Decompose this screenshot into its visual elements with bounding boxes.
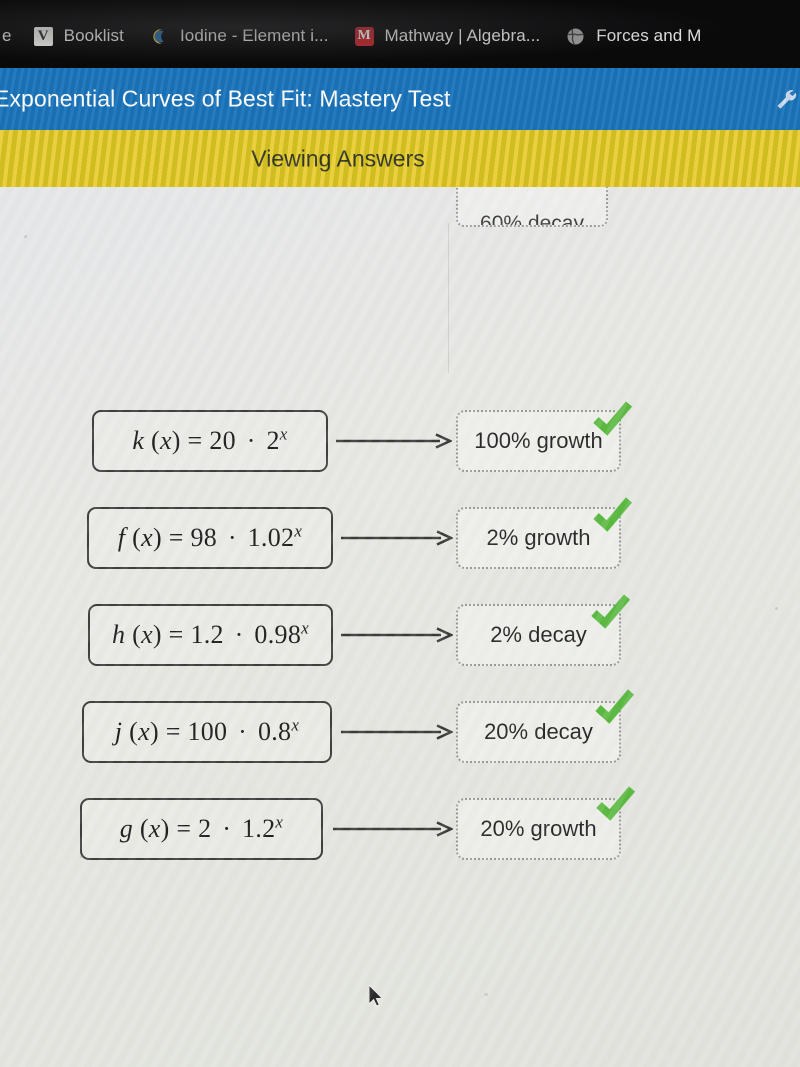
- page-title: Exponential Curves of Best Fit: Mastery …: [0, 85, 451, 112]
- answer-tile[interactable]: 20% decay: [456, 700, 621, 763]
- table-row: k (x) = 20 · 2x 100% growth: [0, 392, 800, 489]
- question-content-area: 60% decay k (x) = 20 · 2x 100% growth f …: [0, 187, 800, 1067]
- connector-arrow: [341, 723, 455, 740]
- faint-vertical-rule: [448, 223, 449, 373]
- equation-box[interactable]: k (x) = 20 · 2x: [92, 409, 328, 472]
- dust-speck: [484, 993, 488, 996]
- app-header: Exponential Curves of Best Fit: Mastery …: [0, 68, 800, 130]
- connector-arrow: [341, 529, 455, 546]
- bookmark-label: Booklist: [63, 26, 124, 45]
- bookmark-forces-and-motion[interactable]: Forces and M: [566, 26, 701, 46]
- iodine-favicon: [150, 27, 169, 46]
- matching-rows: k (x) = 20 · 2x 100% growth f (x) = 98 ·…: [0, 392, 800, 877]
- dust-speck: [80, 855, 83, 858]
- table-row: h (x) = 1.2 · 0.98x 2% decay: [0, 586, 800, 683]
- browser-bookmark-bar: e V Booklist Iodine - Element i... M Mat…: [0, 0, 800, 68]
- answer-tile[interactable]: 2% decay: [456, 603, 621, 666]
- wrench-icon[interactable]: [773, 86, 799, 112]
- equation-box[interactable]: h (x) = 1.2 · 0.98x: [88, 603, 333, 666]
- equation-text: g (x) = 2 · 1.2x: [119, 811, 284, 843]
- status-band: Viewing Answers: [0, 130, 800, 187]
- equation-text: k (x) = 20 · 2x: [132, 423, 288, 455]
- connector-arrow: [336, 432, 454, 449]
- bookmark-label: Iodine - Element i...: [179, 26, 329, 45]
- bookmark-booklist[interactable]: V Booklist: [33, 26, 124, 46]
- answer-label: 2% decay: [490, 621, 587, 647]
- answer-label: 2% growth: [486, 524, 591, 550]
- equation-text: h (x) = 1.2 · 0.98x: [112, 617, 309, 649]
- mathway-favicon: M: [354, 26, 374, 46]
- booklist-favicon: V: [33, 26, 53, 46]
- table-row: f (x) = 98 · 1.02x 2% growth: [0, 489, 800, 586]
- equation-text: f (x) = 98 · 1.02x: [117, 520, 303, 552]
- cut-off-answer-label: 60% decay: [480, 212, 584, 227]
- table-row: j (x) = 100 · 0.8x 20% decay: [0, 683, 800, 780]
- bookmark-mathway[interactable]: M Mathway | Algebra...: [354, 26, 541, 46]
- answer-tile[interactable]: 2% growth: [456, 506, 621, 569]
- equation-box[interactable]: f (x) = 98 · 1.02x: [87, 506, 333, 569]
- bookmark-label: Mathway | Algebra...: [384, 26, 541, 45]
- equation-box[interactable]: j (x) = 100 · 0.8x: [82, 700, 332, 763]
- photographed-screen: e V Booklist Iodine - Element i... M Mat…: [0, 0, 800, 1067]
- equation-box[interactable]: g (x) = 2 · 1.2x: [80, 797, 323, 860]
- answer-label: 20% growth: [480, 815, 597, 841]
- answer-tile[interactable]: 20% growth: [456, 797, 621, 860]
- bookmark-label: Forces and M: [596, 26, 702, 45]
- bookmark-iodine[interactable]: Iodine - Element i...: [150, 26, 329, 46]
- cut-off-answer-tile[interactable]: 60% decay: [456, 187, 608, 227]
- connector-arrow: [333, 820, 455, 837]
- status-text: Viewing Answers: [251, 145, 425, 171]
- answer-label: 100% growth: [474, 427, 603, 453]
- equation-text: j (x) = 100 · 0.8x: [114, 714, 300, 746]
- connector-arrow: [341, 626, 455, 643]
- dust-speck: [775, 607, 778, 610]
- cut-off-tab-label: e: [2, 26, 12, 45]
- table-row: g (x) = 2 · 1.2x 20% growth: [0, 780, 800, 877]
- bookmark-list: e V Booklist Iodine - Element i... M Mat…: [0, 20, 727, 52]
- answer-label: 20% decay: [484, 718, 593, 744]
- dust-speck: [24, 235, 27, 238]
- mouse-cursor: [368, 983, 385, 1009]
- answer-tile[interactable]: 100% growth: [456, 409, 621, 472]
- globe-favicon: [566, 27, 585, 46]
